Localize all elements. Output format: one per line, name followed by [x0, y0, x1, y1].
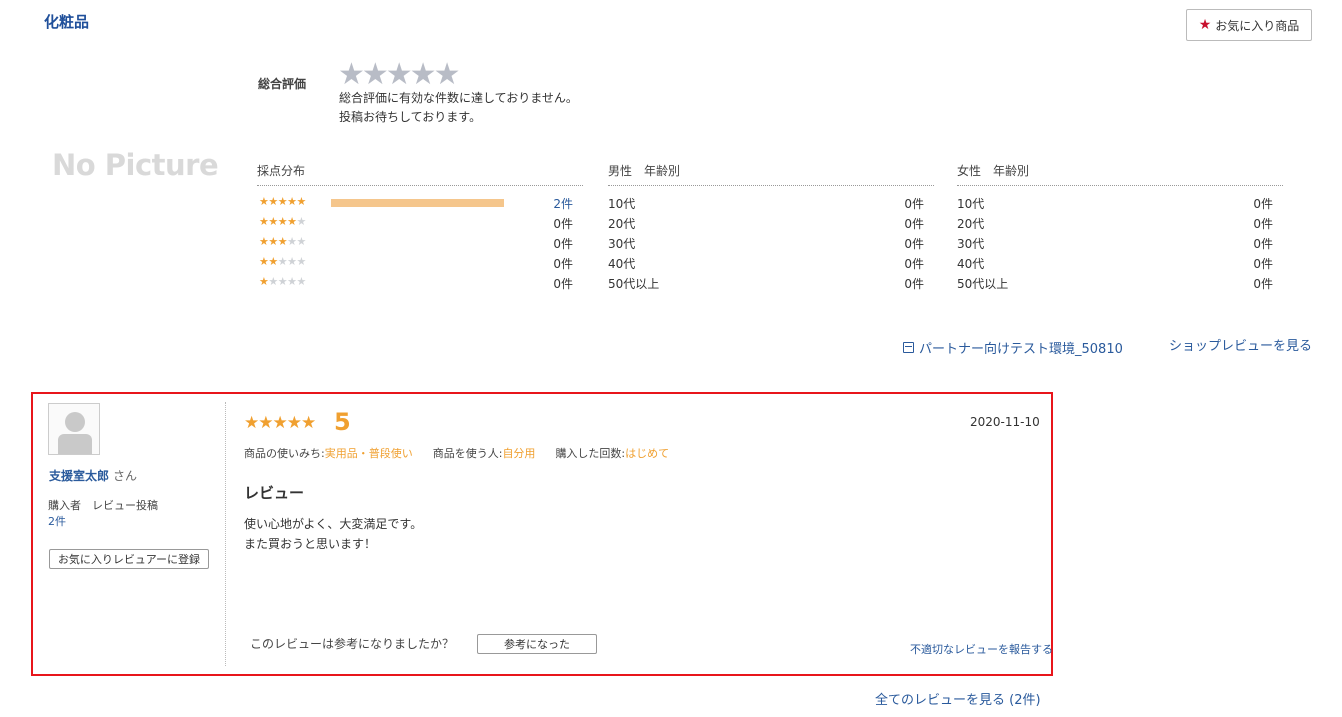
- helpful-button[interactable]: 参考になった: [477, 634, 597, 654]
- attribute-value: はじめて: [625, 447, 670, 460]
- age-count: 0件: [1253, 277, 1273, 291]
- overall-rating-message: 総合評価に有効な件数に達しておりません。 投稿お待ちしております。: [339, 89, 578, 127]
- score-count: 0件: [553, 277, 573, 291]
- overall-message-line1: 総合評価に有効な件数に達しておりません。: [339, 91, 578, 105]
- review-body-line1: 使い心地がよく、大変満足です。: [244, 517, 423, 531]
- score-row: ★★★★★ 2件: [257, 195, 583, 215]
- age-label: 50代以上: [957, 277, 1009, 291]
- attribute-value: 自分用: [502, 447, 536, 460]
- overall-rating-label: 総合評価: [258, 77, 307, 91]
- age-count: 0件: [904, 277, 924, 291]
- review-divider: [225, 402, 226, 666]
- male-age-row: 30代 0件: [608, 235, 934, 255]
- male-age-row: 50代以上 0件: [608, 275, 934, 295]
- score-bar: [331, 199, 504, 207]
- shop-name: パートナー向けテスト環境_50810: [919, 342, 1123, 357]
- row-stars: ★★★★★: [259, 275, 306, 288]
- age-label: 20代: [957, 217, 985, 231]
- age-label: 10代: [608, 197, 636, 211]
- review-stars: ★★★★★: [244, 413, 316, 433]
- category-title[interactable]: 化粧品: [44, 11, 89, 32]
- score-distribution-header: 採点分布: [257, 162, 583, 186]
- no-picture-placeholder: No Picture: [52, 148, 219, 182]
- review-attribute-purchases: 購入した回数:はじめて: [555, 445, 669, 461]
- review-body-line2: また買おうと思います！: [244, 537, 377, 551]
- female-age-row: 40代 0件: [957, 255, 1283, 275]
- male-age-distribution: 男性 年齢別 10代 0件 20代 0件 30代 0件 40代 0件 50代以上 0件: [608, 162, 934, 295]
- age-label: 40代: [957, 257, 985, 271]
- overall-message-line2: 投稿お待ちしております。: [339, 110, 482, 124]
- review-attribute-user: 商品を使う人:自分用: [433, 445, 536, 461]
- review-title: レビュー: [244, 484, 305, 502]
- overall-rating-stars: ★★★★★: [338, 57, 460, 92]
- age-label: 20代: [608, 217, 636, 231]
- row-stars: ★★★★★: [259, 215, 306, 228]
- row-stars: ★★★★★: [259, 195, 306, 208]
- avatar-body: [58, 434, 92, 454]
- score-count[interactable]: 2件: [553, 195, 573, 212]
- age-count: 0件: [904, 197, 924, 211]
- score-count: 0件: [553, 257, 573, 271]
- shop-name-link[interactable]: パートナー向けテスト環境_50810: [903, 338, 1123, 357]
- age-label: 10代: [957, 197, 985, 211]
- score-count: 0件: [553, 237, 573, 251]
- female-age-distribution: 女性 年齢別 10代 0件 20代 0件 30代 0件 40代 0件 50代以上 0件: [957, 162, 1283, 295]
- age-count: 0件: [904, 217, 924, 231]
- helpful-question: このレビューは参考になりましたか？: [250, 637, 455, 651]
- age-label: 30代: [608, 237, 636, 251]
- score-row: ★★★★★ 0件: [257, 215, 583, 235]
- age-count: 0件: [1253, 197, 1273, 211]
- male-age-row: 40代 0件: [608, 255, 934, 275]
- score-count: 0件: [553, 217, 573, 231]
- reviewer-name[interactable]: 支援室太郎: [49, 469, 109, 483]
- age-label: 40代: [608, 257, 636, 271]
- female-age-row: 10代 0件: [957, 195, 1283, 215]
- shop-review-link[interactable]: ショップレビューを見る: [1169, 335, 1312, 354]
- age-label: 50代以上: [608, 277, 660, 291]
- age-label: 30代: [957, 237, 985, 251]
- female-age-row: 50代以上 0件: [957, 275, 1283, 295]
- age-count: 0件: [1253, 217, 1273, 231]
- male-age-row: 20代 0件: [608, 215, 934, 235]
- attribute-key: 商品を使う人:: [432, 447, 503, 460]
- age-count: 0件: [1253, 257, 1273, 271]
- reviewer-stats-label: 購入者 レビュー投稿: [48, 499, 158, 512]
- all-reviews-link[interactable]: 全てのレビューを見る (2件): [875, 689, 1041, 708]
- row-stars: ★★★★★: [259, 255, 306, 268]
- row-stars: ★★★★★: [259, 235, 306, 248]
- star-icon: ★: [1198, 17, 1212, 33]
- age-count: 0件: [1253, 237, 1273, 251]
- reviewer-review-count[interactable]: 2件: [48, 513, 66, 529]
- review-score: 5: [334, 408, 351, 436]
- favorite-product-button[interactable]: ★ お気に入り商品: [1186, 9, 1312, 41]
- reviewer-honorific: さん: [113, 469, 138, 483]
- score-row: ★★★★★ 0件: [257, 275, 583, 295]
- male-age-header: 男性 年齢別: [608, 162, 934, 186]
- reviewer: 支援室太郎 さん: [49, 467, 137, 484]
- female-age-row: 20代 0件: [957, 215, 1283, 235]
- favorite-reviewer-button[interactable]: お気に入りレビュアーに登録: [49, 549, 209, 569]
- age-count: 0件: [904, 257, 924, 271]
- report-review-link[interactable]: 不適切なレビューを報告する: [910, 641, 1053, 657]
- favorite-product-label: お気に入り商品: [1215, 18, 1300, 33]
- attribute-key: 商品の使いみち:: [244, 447, 325, 460]
- score-row: ★★★★★ 0件: [257, 235, 583, 255]
- male-age-row: 10代 0件: [608, 195, 934, 215]
- score-distribution: 採点分布 ★★★★★ 2件 ★★★★★ 0件 ★★★★★ 0件 ★★★★★ 0件 ★★★★★ 0件: [257, 162, 583, 295]
- score-row: ★★★★★ 0件: [257, 255, 583, 275]
- avatar-head: [65, 412, 85, 432]
- female-age-header: 女性 年齢別: [957, 162, 1283, 186]
- review-attribute-usage: 商品の使いみち:実用品・普段使い: [244, 445, 413, 461]
- review-body: 使い心地がよく、大変満足です。 また買おうと思います！: [244, 514, 422, 554]
- avatar: [48, 403, 100, 455]
- attribute-key: 購入した回数:: [555, 447, 626, 460]
- review-attributes: 商品の使いみち:実用品・普段使い 商品を使う人:自分用 購入した回数:はじめて: [244, 445, 669, 461]
- female-age-row: 30代 0件: [957, 235, 1283, 255]
- age-count: 0件: [904, 237, 924, 251]
- shop-icon: [903, 342, 914, 353]
- review-date: 2020-11-10: [970, 415, 1040, 429]
- attribute-value: 実用品・普段使い: [324, 447, 413, 460]
